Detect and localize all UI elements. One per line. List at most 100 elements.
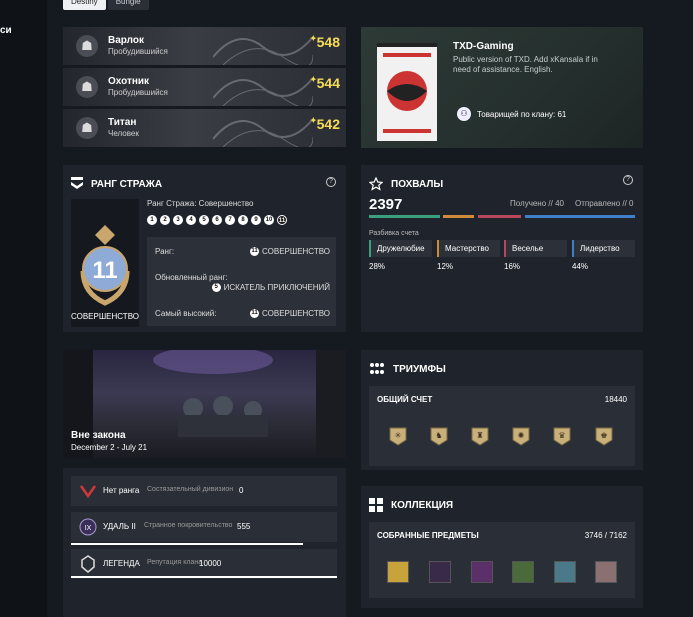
commendation-star-icon bbox=[369, 177, 383, 191]
rank-header: Ранг Стража: Совершенство bbox=[147, 199, 254, 208]
rank-dot[interactable]: 8 bbox=[238, 215, 248, 225]
season-title: Вне закона bbox=[71, 430, 126, 441]
valor-progress-bar bbox=[71, 543, 303, 545]
rank-dot[interactable]: 3 bbox=[173, 215, 183, 225]
rank-row-label: Обновленный ранг: bbox=[155, 273, 228, 282]
character-class: Варлок bbox=[108, 35, 144, 46]
panel-title: РАНГ СТРАЖА bbox=[71, 177, 162, 191]
character-card-hunter[interactable]: ☗ Охотник Пробудившийся ✦544 bbox=[63, 68, 346, 106]
clan-card[interactable]: TXD-Gaming Public version of TXD. Add xK… bbox=[361, 27, 643, 148]
collection-panel: КОЛЛЕКЦИЯ СОБРАННЫЕ ПРЕДМЕТЫ 3746 / 7162 bbox=[361, 486, 643, 608]
clan-name[interactable]: TXD-Gaming bbox=[453, 41, 514, 52]
rank-row: Самый высокий: 11 СОВЕРШЕНСТВО bbox=[155, 309, 330, 318]
pvp-ranks-panel: Нет ранга Состязательный дивизион 0 IX У… bbox=[63, 468, 346, 617]
commendation-score: 2397 bbox=[369, 196, 403, 213]
rank-dot[interactable]: 9 bbox=[251, 215, 261, 225]
rank-dot[interactable]: 4 bbox=[186, 215, 196, 225]
ghost-item-icon[interactable] bbox=[512, 561, 534, 583]
rank-name: Нет ранга bbox=[103, 486, 140, 495]
sparrow-item-icon[interactable] bbox=[595, 561, 617, 583]
rank-value: 555 bbox=[237, 522, 251, 531]
competitive-rank-row[interactable]: Нет ранга Состязательный дивизион 0 bbox=[71, 476, 337, 506]
seal-icon[interactable]: ♜ bbox=[471, 426, 489, 446]
rank-dot[interactable]: 7 bbox=[225, 215, 235, 225]
rank-mini-icon: 11 bbox=[250, 309, 260, 318]
character-race: Человек bbox=[108, 129, 139, 138]
rank-type: Состязательный дивизион bbox=[147, 486, 234, 493]
season-card[interactable]: Вне закона December 2 - July 21 bbox=[63, 350, 346, 458]
svg-text:♚: ♚ bbox=[600, 431, 607, 440]
warlock-class-icon: ☗ bbox=[76, 35, 98, 57]
rank-dot[interactable]: 1 bbox=[147, 215, 157, 225]
weapon-item-icon[interactable] bbox=[387, 561, 409, 583]
svg-text:♛: ♛ bbox=[558, 431, 565, 440]
category-mastery[interactable]: Мастерство bbox=[437, 240, 500, 257]
seal-icon[interactable]: ♚ bbox=[595, 426, 613, 446]
sidebar-partial-label[interactable]: си bbox=[0, 25, 12, 36]
rank-name: СОВЕРШЕНСТВО bbox=[71, 312, 139, 321]
rank-name: ЛЕГЕНДА bbox=[103, 559, 140, 568]
character-class: Титан bbox=[108, 117, 137, 128]
seal-icon[interactable]: ♞ bbox=[430, 426, 448, 446]
power-level: ✦548 bbox=[309, 34, 340, 50]
category-fun[interactable]: Веселье bbox=[504, 240, 567, 257]
triumphs-panel: ТРИУМФЫ ОБЩИЙ СЧЕТ 18440 ✳ ♞ ♜ ✺ ♛ ♚ bbox=[361, 350, 643, 470]
armor-item-icon[interactable] bbox=[429, 561, 451, 583]
category-percent: 28% bbox=[369, 262, 386, 271]
power-star-icon: ✦ bbox=[309, 34, 317, 43]
rank-row-value: СОВЕРШЕНСТВО bbox=[262, 247, 330, 256]
tab-bungie[interactable]: Bungie bbox=[107, 0, 149, 10]
svg-text:♜: ♜ bbox=[476, 431, 483, 440]
collection-value: 3746 / 7162 bbox=[584, 531, 627, 540]
character-card-warlock[interactable]: ☗ Варлок Пробудившийся ✦548 bbox=[63, 27, 346, 65]
armor-item-icon[interactable] bbox=[471, 561, 493, 583]
triumph-score-label: ОБЩИЙ СЧЕТ bbox=[377, 395, 433, 404]
bar-leadership bbox=[525, 215, 635, 218]
rank-dot[interactable]: 6 bbox=[212, 215, 222, 225]
ship-item-icon[interactable] bbox=[554, 561, 576, 583]
triumphs-grid-icon bbox=[370, 363, 384, 374]
valor-rank-row[interactable]: IX УДАЛЬ II Странное покровительство 555 bbox=[71, 512, 337, 542]
category-friendliness[interactable]: Дружелюбие bbox=[369, 240, 432, 257]
power-level: ✦544 bbox=[309, 75, 340, 91]
character-race: Пробудившийся bbox=[108, 47, 168, 56]
seal-icon[interactable]: ✺ bbox=[512, 426, 530, 446]
collection-box[interactable]: СОБРАННЫЕ ПРЕДМЕТЫ 3746 / 7162 bbox=[369, 522, 635, 598]
help-icon[interactable]: ? bbox=[326, 177, 336, 187]
panel-title: ПОХВАЛЫ bbox=[369, 177, 443, 191]
platform-tabs: Destiny Bungie bbox=[63, 0, 149, 10]
svg-text:✳: ✳ bbox=[395, 431, 402, 440]
svg-text:♞: ♞ bbox=[435, 431, 442, 440]
seal-icon[interactable]: ♛ bbox=[553, 426, 571, 446]
category-leadership[interactable]: Лидерство bbox=[572, 240, 635, 257]
rank-name: УДАЛЬ II bbox=[103, 522, 136, 531]
character-card-titan[interactable]: ☗ Титан Человек ✦542 bbox=[63, 109, 346, 147]
collection-label: СОБРАННЫЕ ПРЕДМЕТЫ bbox=[377, 531, 479, 540]
svg-text:✺: ✺ bbox=[518, 431, 525, 440]
category-percent: 16% bbox=[504, 262, 521, 271]
rank-dot[interactable]: 2 bbox=[160, 215, 170, 225]
rank-dot[interactable]: 5 bbox=[199, 215, 209, 225]
characters-list: ☗ Варлок Пробудившийся ✦548 ☗ Охотник Пр… bbox=[63, 27, 346, 148]
bar-fun bbox=[478, 215, 521, 218]
rank-row-value: ИСКАТЕЛЬ ПРИКЛЮЧЕНИЙ bbox=[223, 283, 330, 292]
rank-row: Ранг: 11 СОВЕРШЕНСТВО bbox=[155, 247, 330, 256]
competitive-chevron-icon bbox=[79, 485, 97, 499]
rank-type: Странное покровительство bbox=[144, 522, 233, 529]
power-level: ✦542 bbox=[309, 116, 340, 132]
seal-icon[interactable]: ✳ bbox=[389, 426, 407, 446]
tab-destiny[interactable]: Destiny bbox=[63, 0, 106, 10]
clan-reputation-row[interactable]: ЛЕГЕНДА Репутация клана 10000 bbox=[71, 549, 337, 579]
rank-progress-dots: 1 2 3 4 5 6 7 8 9 10 11 bbox=[147, 215, 287, 225]
rank-type: Репутация клана bbox=[147, 559, 203, 566]
help-icon[interactable]: ? bbox=[623, 175, 633, 185]
rank-badge-icon: 11 bbox=[80, 225, 130, 306]
character-race: Пробудившийся bbox=[108, 88, 168, 97]
rank-dot[interactable]: 10 bbox=[264, 215, 274, 225]
rank-row: Обновленный ранг: 5 ИСКАТЕЛЬ ПРИКЛЮЧЕНИЙ bbox=[155, 273, 330, 292]
season-artwork-icon bbox=[63, 350, 346, 458]
rank-dot-current[interactable]: 11 bbox=[277, 215, 287, 225]
bar-friendliness bbox=[369, 215, 440, 218]
emblem-pattern-icon bbox=[213, 118, 313, 147]
clan-description: Public version of TXD. Add xKansala if i… bbox=[453, 55, 598, 74]
